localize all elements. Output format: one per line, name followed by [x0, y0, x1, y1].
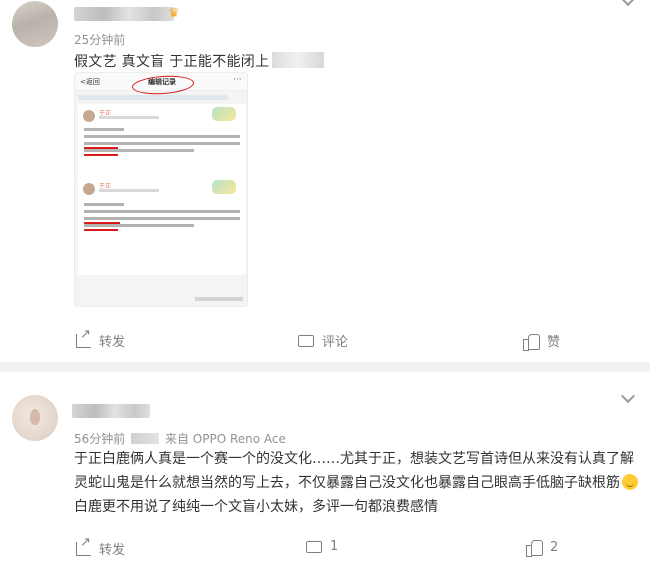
comment-icon [306, 537, 322, 553]
like-button[interactable]: 赞 [523, 331, 561, 351]
screenshot-note [78, 95, 228, 100]
share-label: 转发 [99, 543, 126, 558]
chevron-down-icon[interactable] [620, 0, 636, 7]
share-label: 转发 [99, 335, 126, 350]
username-blurred[interactable] [72, 404, 150, 418]
screenshot-footer [75, 275, 247, 306]
comment-text-part: 于正白鹿俩人真是一个赛一个的没文化……尤其于正，想装文艺写首诗但从来没有认真了解… [74, 451, 634, 491]
post-meta: 56分钟前 来自 OPPO Reno Ace [74, 430, 286, 447]
comment-text: 假文艺 真文盲 于正能不能闭上 [74, 54, 270, 70]
text-line [84, 149, 194, 152]
watermark [195, 297, 243, 301]
attached-screenshot[interactable]: <返回 编辑记录 ··· 于正 于正 [74, 72, 248, 307]
card-meta [99, 189, 159, 192]
comment-card: ♛ 25分钟前 假文艺 真文盲 于正能不能闭上 <返回 编辑记录 ··· 于正 … [0, 0, 650, 362]
avatar[interactable] [12, 1, 58, 47]
avatar [83, 183, 95, 195]
text-line [84, 217, 240, 220]
text-line [84, 142, 240, 145]
like-count: 2 [550, 539, 559, 555]
red-underline [84, 229, 118, 231]
share-button[interactable]: 转发 [76, 535, 126, 558]
text-redaction [272, 52, 324, 68]
comment-button[interactable]: 评论 [298, 331, 348, 350]
like-label: 赞 [547, 335, 561, 350]
card-meta [99, 116, 159, 119]
sticker-image [212, 180, 236, 194]
edit-record-card: 于正 [78, 177, 246, 275]
comment-text-part: 白鹿更不用说了纯纯一个文盲小太妹，多评一句都浪费感情 [74, 499, 438, 515]
like-button[interactable]: 2 [526, 539, 559, 557]
text-line [84, 203, 124, 206]
share-icon [76, 327, 91, 348]
timestamp: 25分钟前 [74, 33, 126, 47]
crown-icon: ♛ [168, 6, 180, 21]
sticker-image [212, 107, 236, 121]
divider [0, 362, 650, 372]
source-redaction [131, 433, 160, 444]
text-line [84, 135, 240, 138]
username-blurred[interactable] [74, 7, 174, 21]
text-line [84, 210, 240, 213]
avatar[interactable] [12, 395, 58, 441]
comment-count: 1 [330, 539, 339, 554]
comment-button[interactable]: 1 [306, 537, 339, 554]
more-icon: ··· [233, 75, 242, 85]
comment-label: 评论 [322, 335, 349, 350]
red-underline [84, 154, 118, 156]
emoji-icon [622, 474, 638, 490]
back-link: <返回 [80, 78, 100, 86]
comment-icon [298, 331, 314, 347]
share-button[interactable]: 转发 [76, 327, 126, 350]
like-icon [523, 333, 540, 351]
text-line [84, 224, 194, 227]
timestamp: 56分钟前 [74, 432, 126, 446]
share-icon [76, 535, 91, 556]
device-name: OPPO Reno Ace [192, 432, 286, 446]
like-icon [526, 539, 543, 557]
text-line [84, 128, 124, 131]
edit-record-card: 于正 [78, 104, 246, 178]
source-prefix: 来自 [164, 432, 189, 446]
avatar [83, 110, 95, 122]
comment-text: 于正白鹿俩人真是一个赛一个的没文化……尤其于正，想装文艺写首诗但从来没有认真了解… [74, 447, 640, 519]
